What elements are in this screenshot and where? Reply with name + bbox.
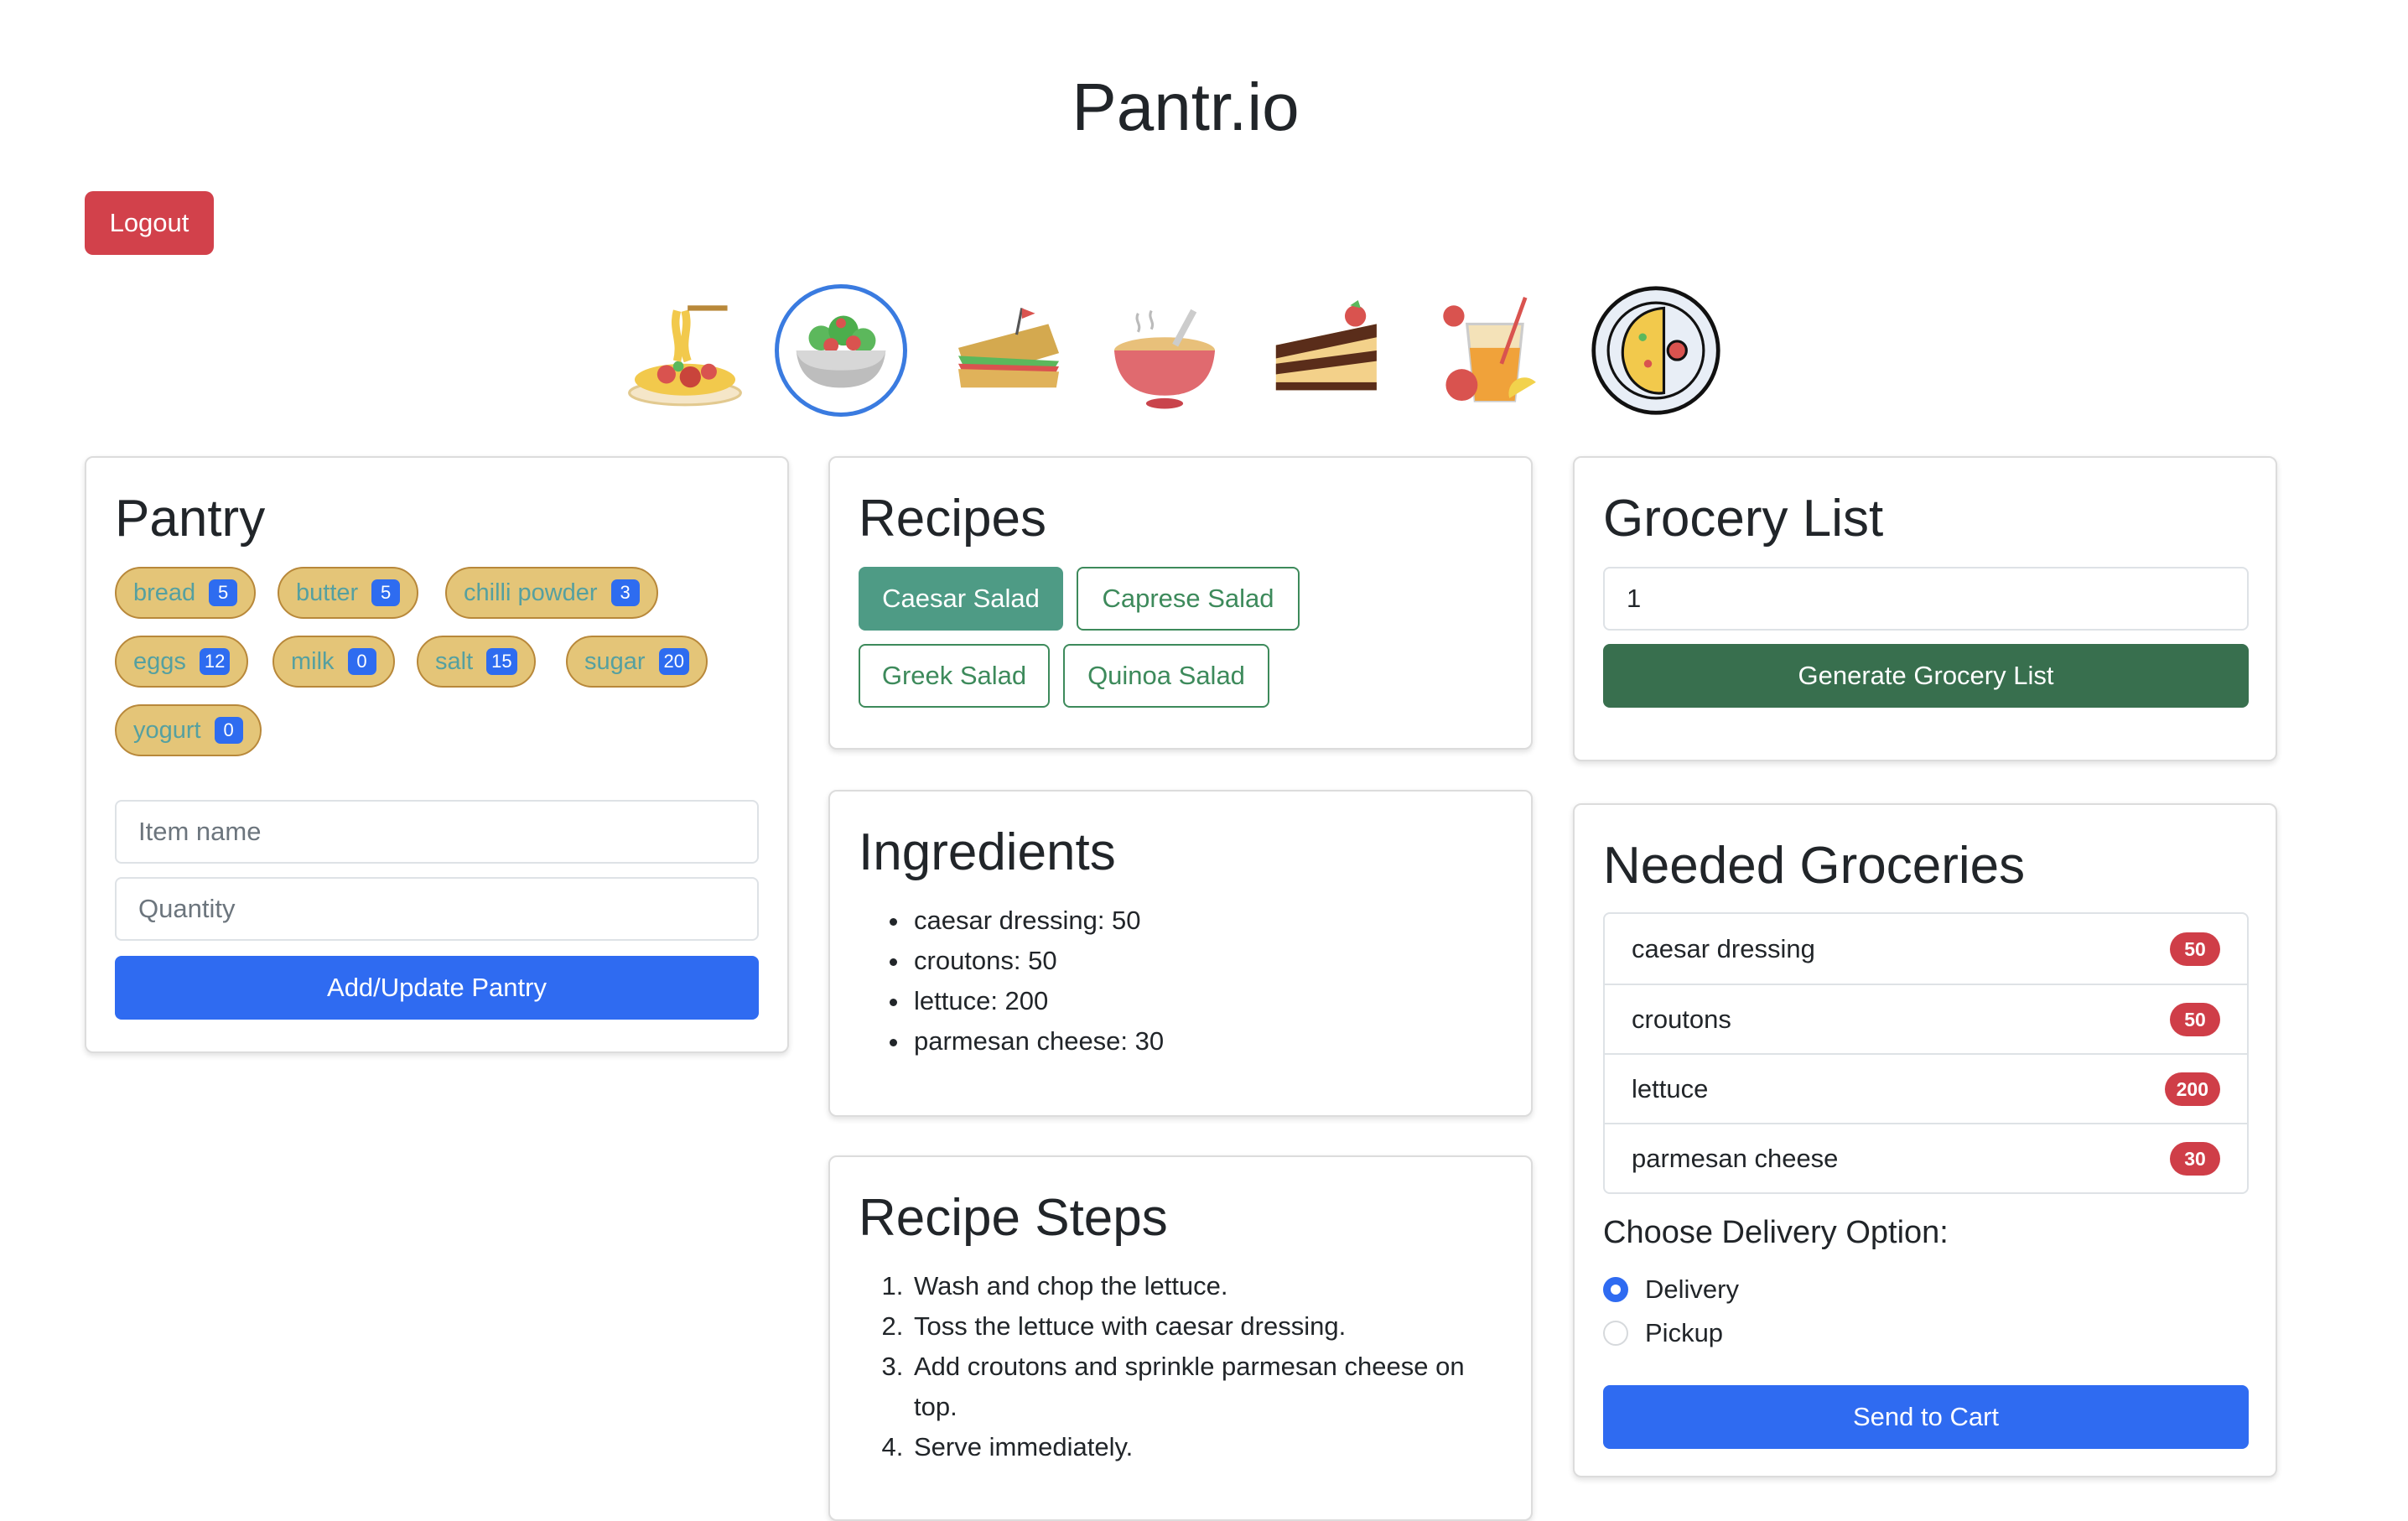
pantry-item-qty: 5 [371,579,401,606]
ingredient-item: parmesan cheese: 30 [911,1021,1497,1062]
recipe-button-caprese-salad[interactable]: Caprese Salad [1077,567,1300,631]
pantry-item-qty: 0 [347,648,376,675]
pantry-item-qty: 12 [199,648,231,675]
ingredients-title: Ingredients [859,823,1116,881]
pantry-chip[interactable]: butter 5 [278,567,419,619]
spaghetti-icon[interactable] [619,284,751,417]
grocery-list-card: Grocery List Generate Grocery List [1573,456,2277,761]
delivery-radio[interactable] [1603,1277,1628,1302]
pantry-item-qty: 0 [214,717,243,744]
pantry-item-name: butter [296,579,359,606]
pantry-chip[interactable]: chilli powder 3 [445,567,658,619]
ingredient-item: caesar dressing: 50 [911,901,1497,941]
pantry-item-name: chilli powder [464,579,598,606]
recipe-step: Toss the lettuce with caesar dressing. [911,1306,1514,1347]
sandwich-icon[interactable] [942,284,1075,417]
grocery-servings-input[interactable] [1603,567,2249,631]
list-item: croutons 50 [1605,984,2247,1053]
pickup-radio-option[interactable]: Pickup [1603,1311,1723,1355]
ingredients-list: caesar dressing: 50 croutons: 50 lettuce… [859,901,1497,1062]
recipe-step: Serve immediately. [911,1427,1514,1467]
recipes-card: Recipes Caesar Salad Caprese Salad Greek… [828,456,1533,750]
pantry-chip[interactable]: milk 0 [272,636,395,688]
pantry-chip[interactable]: sugar 20 [566,636,708,688]
pantry-item-qty: 15 [486,648,517,675]
pantry-chip[interactable]: bread 5 [115,567,257,619]
recipes-title: Recipes [859,490,1046,548]
pickup-radio[interactable] [1603,1321,1628,1346]
item-name-input[interactable] [115,800,759,864]
pantry-card: Pantry bread 5 butter 5 chilli powder 3 … [85,456,789,1053]
pantry-item-name: milk [291,648,335,675]
grocery-item-name: caesar dressing [1632,933,1815,963]
grocery-item-name: lettuce [1632,1073,1709,1103]
ingredients-card: Ingredients caesar dressing: 50 croutons… [828,790,1533,1117]
pantry-chip[interactable]: yogurt 0 [115,704,262,756]
ingredient-item: croutons: 50 [911,941,1497,981]
app-title: Pantr.io [1072,70,1300,144]
grocery-qty-badge: 200 [2164,1072,2220,1106]
pantry-item-qty: 5 [209,579,238,606]
send-to-cart-button[interactable]: Send to Cart [1603,1385,2249,1449]
recipe-steps-card: Recipe Steps Wash and chop the lettuce. … [828,1155,1533,1521]
delivery-option-heading: Choose Delivery Option: [1603,1215,1949,1250]
recipe-steps-title: Recipe Steps [859,1189,1168,1247]
grocery-list-title: Grocery List [1603,490,1884,548]
list-item: lettuce 200 [1605,1053,2247,1123]
soup-bowl-icon[interactable] [1098,284,1231,417]
pantry-item-qty: 3 [610,579,640,606]
pickup-option-label: Pickup [1645,1318,1724,1347]
pantry-item-name: bread [133,579,196,606]
juice-drink-icon[interactable] [1422,284,1554,417]
pantry-item-qty: 20 [658,648,690,675]
recipe-step: Add croutons and sprinkle parmesan chees… [911,1347,1514,1427]
grocery-qty-badge: 50 [2170,1002,2220,1036]
recipe-steps-list: Wash and chop the lettuce. Toss the lett… [859,1266,1514,1467]
needed-groceries-list: caesar dressing 50 croutons 50 lettuce 2… [1603,912,2249,1194]
needed-groceries-card: Needed Groceries caesar dressing 50 crou… [1573,803,2277,1477]
add-update-pantry-button[interactable]: Add/Update Pantry [115,956,759,1020]
delivery-option-label: Delivery [1645,1274,1739,1304]
grocery-item-name: parmesan cheese [1632,1143,1839,1173]
salad-bowl-icon[interactable] [775,284,907,417]
logout-button[interactable]: Logout [85,191,214,255]
recipe-button-quinoa-salad[interactable]: Quinoa Salad [1063,644,1269,708]
pantry-item-name: salt [435,648,474,675]
grocery-item-name: croutons [1632,1004,1731,1034]
quantity-input[interactable] [115,877,759,941]
generate-grocery-list-button[interactable]: Generate Grocery List [1603,644,2249,708]
list-item: parmesan cheese 30 [1605,1123,2247,1192]
recipe-step: Wash and chop the lettuce. [911,1266,1514,1306]
pantry-chip[interactable]: eggs 12 [115,636,249,688]
recipe-button-greek-salad[interactable]: Greek Salad [859,644,1050,708]
pantry-item-name: yogurt [133,717,201,744]
list-item: caesar dressing 50 [1605,914,2247,984]
recipe-button-caesar-salad[interactable]: Caesar Salad [859,567,1063,631]
pantry-title: Pantry [115,490,266,548]
cake-slice-icon[interactable] [1263,284,1395,417]
grocery-qty-badge: 30 [2170,1141,2220,1176]
needed-groceries-title: Needed Groceries [1603,837,2026,895]
grocery-qty-badge: 50 [2170,932,2220,966]
ingredient-item: lettuce: 200 [911,981,1497,1021]
pantry-item-name: eggs [133,648,186,675]
pantry-chip[interactable]: salt 15 [417,636,536,688]
pantry-item-name: sugar [584,648,646,675]
delivery-radio-option[interactable]: Delivery [1603,1268,1739,1311]
omelette-plate-icon[interactable] [1590,284,1722,417]
